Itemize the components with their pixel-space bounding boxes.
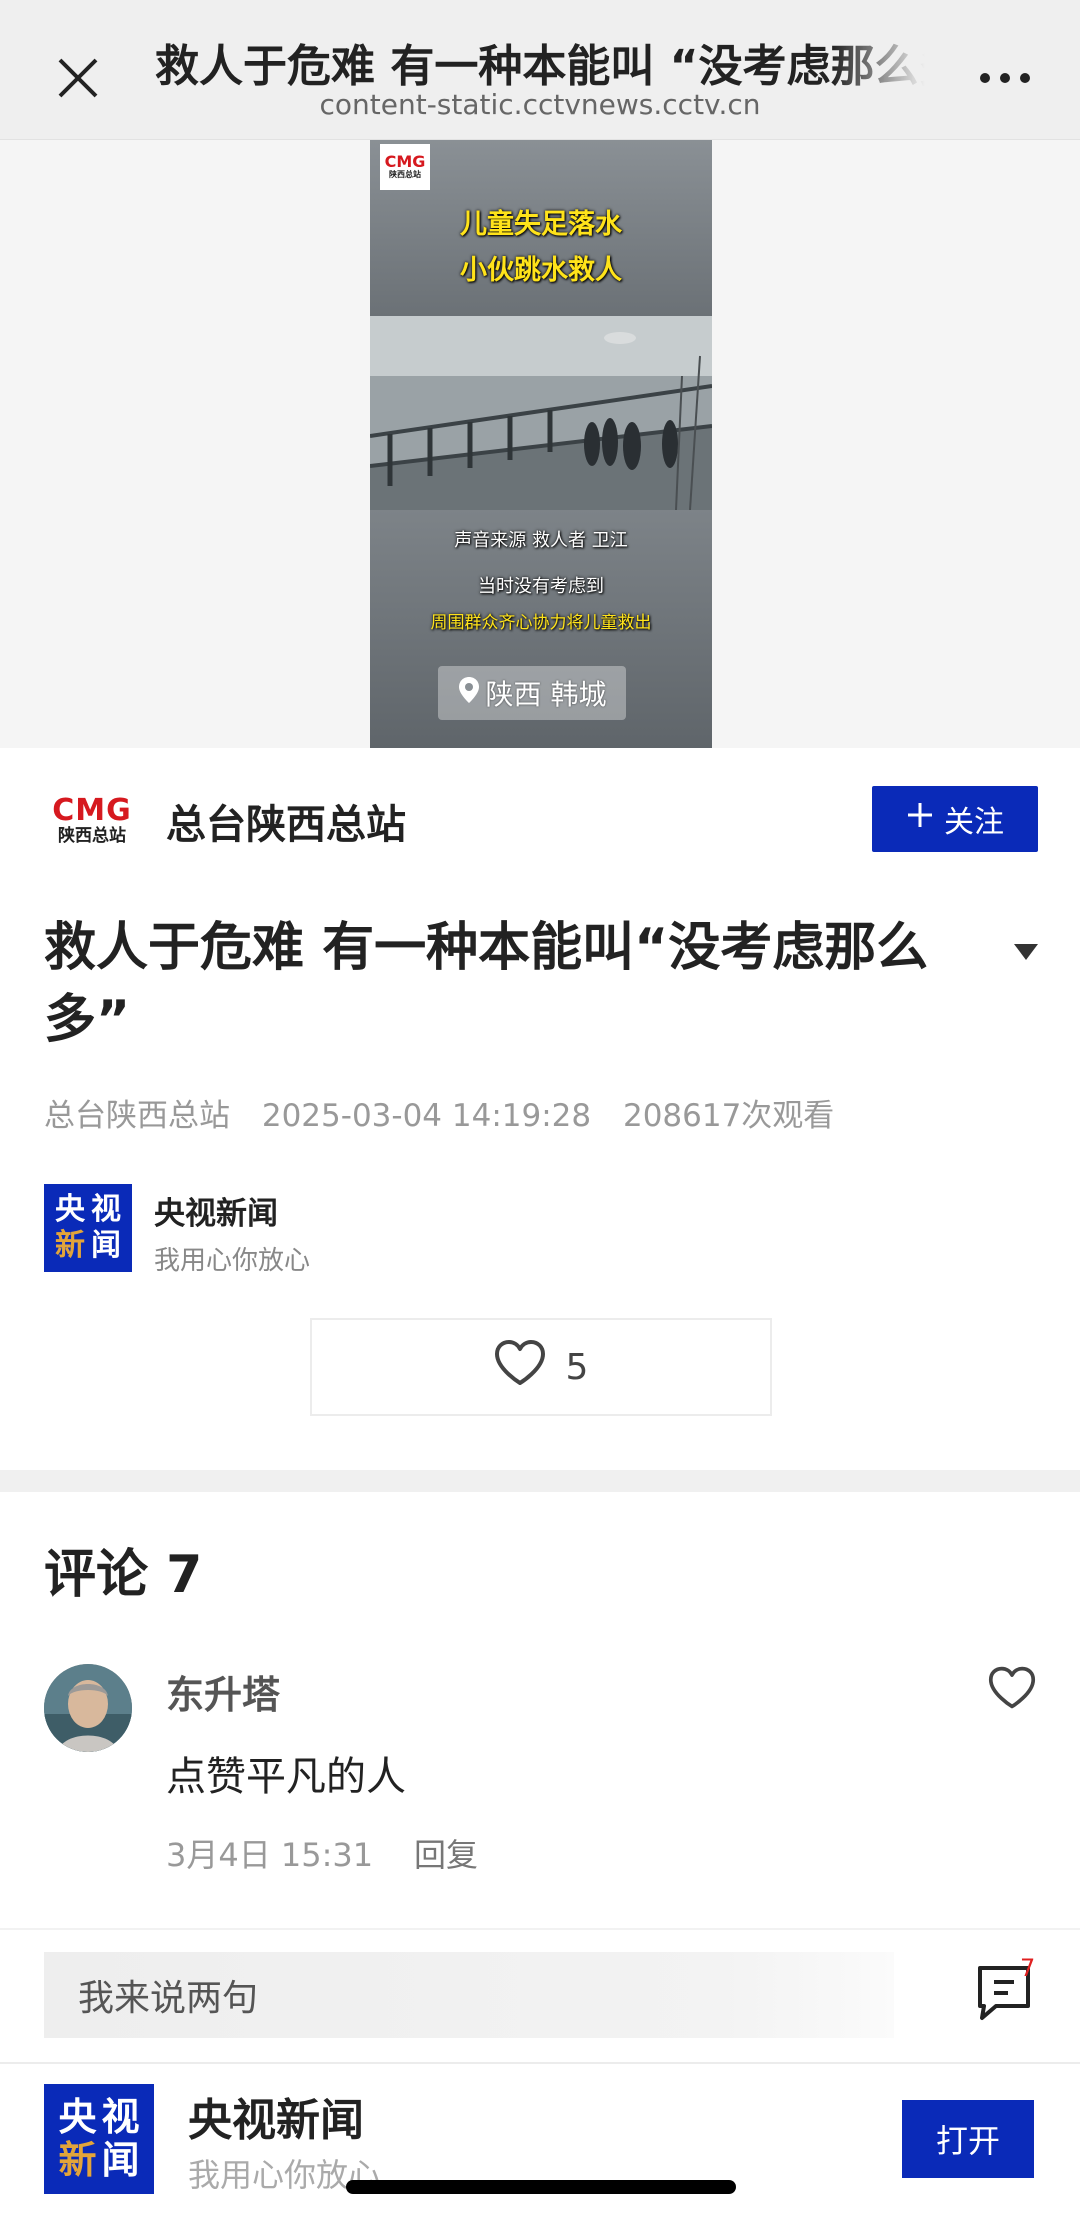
page-url: content-static.cctvnews.cctv.cn xyxy=(319,88,761,121)
source-logo-char: 视 xyxy=(91,1192,121,1227)
comment-input-placeholder: 我来说两句 xyxy=(78,1978,259,2019)
channel-avatar[interactable]: CMG 陕西总站 xyxy=(48,786,136,856)
comment-time: 3月4日 15:31 xyxy=(166,1836,374,1874)
video-player[interactable]: CMG 陕西总站 儿童失足落水 小伙跳水救人 声音来源 救人者 卫江 当时没有考… xyxy=(0,140,1080,748)
article-datetime: 2025-03-04 14:19:28 xyxy=(261,1098,592,1134)
divider xyxy=(0,2062,1080,2064)
heart-icon xyxy=(494,1339,546,1395)
avatar[interactable] xyxy=(44,1664,132,1752)
video-caption-line2: 周围群众齐心协力将儿童救出 xyxy=(430,613,652,633)
app-logo-char: 央 xyxy=(58,2095,97,2139)
divider xyxy=(0,1928,1080,1930)
plus-icon xyxy=(906,801,934,837)
follow-label: 关注 xyxy=(944,805,1004,840)
source-logo[interactable]: 央 视 新 闻 xyxy=(44,1184,132,1272)
app-logo-char: 新 xyxy=(58,2138,97,2182)
like-button[interactable]: 5 xyxy=(310,1318,772,1416)
more-icon[interactable] xyxy=(975,58,1035,98)
channel-row: CMG 陕西总站 总台陕西总站 关注 xyxy=(0,748,1080,888)
article-meta: 总台陕西总站 2025-03-04 14:19:28 208617次观看 xyxy=(44,1090,856,1135)
cmg-watermark-region: 陕西总站 xyxy=(389,170,421,179)
video-headline-line2: 小伙跳水救人 xyxy=(460,255,622,286)
app-logo[interactable]: 央 视 新 闻 xyxy=(44,2084,154,2194)
comments-heading: 评论 7 xyxy=(44,1545,203,1605)
comment-heart-icon[interactable] xyxy=(988,1666,1036,1710)
comment-input[interactable]: 我来说两句 xyxy=(44,1952,894,2038)
location-text: 陕西 韩城 xyxy=(485,678,607,711)
video-frame[interactable]: CMG 陕西总站 儿童失足落水 小伙跳水救人 声音来源 救人者 卫江 当时没有考… xyxy=(370,140,712,748)
comment-text: 点赞平凡的人 xyxy=(166,1754,406,1800)
source-name[interactable]: 央视新闻 xyxy=(154,1188,278,1233)
follow-button[interactable]: 关注 xyxy=(872,786,1038,852)
article-views: 208617次观看 xyxy=(622,1098,835,1134)
app-logo-char: 闻 xyxy=(101,2138,140,2182)
expand-arrow-icon[interactable] xyxy=(1012,940,1040,964)
channel-name[interactable]: 总台陕西总站 xyxy=(166,792,406,850)
app-name: 央视新闻 xyxy=(188,2095,364,2146)
section-divider xyxy=(0,1470,1080,1492)
location-tag: 陕西 韩城 xyxy=(438,666,626,720)
video-scene-image xyxy=(370,316,712,510)
source-logo-char: 闻 xyxy=(91,1228,121,1263)
source-logo-char: 新 xyxy=(55,1228,85,1263)
source-logo-char: 央 xyxy=(55,1192,85,1227)
video-caption-line1: 当时没有考虑到 xyxy=(478,576,604,597)
like-count: 5 xyxy=(565,1346,589,1388)
video-headline-line1: 儿童失足落水 xyxy=(460,209,622,240)
comment-count-badge: 7 xyxy=(1020,1954,1036,1982)
channel-avatar-region: 陕西总站 xyxy=(58,826,126,846)
open-app-button[interactable]: 打开 xyxy=(902,2100,1034,2178)
article-title: 救人于危难 有一种本能叫“没考虑那么多” xyxy=(44,918,929,1050)
source-slogan: 我用心你放心 xyxy=(154,1246,311,1276)
comment-author[interactable]: 东升塔 xyxy=(166,1664,280,1719)
page-title: 救人于危难 有一种本能叫 “没考虑那么多” xyxy=(155,41,925,90)
cmg-watermark: CMG 陕西总站 xyxy=(380,144,430,190)
reply-button[interactable]: 回复 xyxy=(414,1830,478,1876)
browser-topbar: 救人于危难 有一种本能叫 “没考虑那么多” content-static.cct… xyxy=(0,0,1080,140)
video-header-panel: CMG 陕西总站 儿童失足落水 小伙跳水救人 xyxy=(370,140,712,316)
location-pin-icon xyxy=(458,676,480,711)
cmg-watermark-logo: CMG xyxy=(384,152,426,171)
home-indicator[interactable] xyxy=(346,2180,736,2194)
article-author: 总台陕西总站 xyxy=(44,1098,230,1134)
app-logo-char: 视 xyxy=(101,2095,140,2139)
video-caption-source: 声音来源 救人者 卫江 xyxy=(454,530,628,551)
channel-avatar-logo: CMG xyxy=(52,793,132,828)
